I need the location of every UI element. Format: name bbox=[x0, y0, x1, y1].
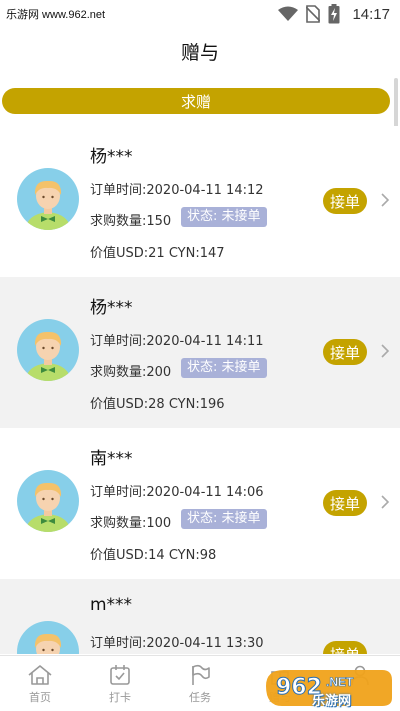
home-icon bbox=[28, 665, 52, 685]
order-quantity: 求购数量:200 bbox=[90, 365, 172, 380]
list-item[interactable]: m*** 订单时间:2020-04-11 13:30 接单 bbox=[0, 579, 400, 654]
tab-label: 打卡 bbox=[109, 691, 131, 704]
tab-home[interactable]: 首页 bbox=[0, 656, 80, 711]
order-price: 价值USD:14 CYN:98 bbox=[90, 548, 217, 563]
tab-label: 任务 bbox=[189, 691, 211, 704]
accept-order-button[interactable]: 接单 bbox=[323, 339, 367, 365]
wifi-icon bbox=[278, 6, 299, 21]
status-badge: 状态: 未接单 bbox=[181, 509, 267, 529]
svg-text:.NET: .NET bbox=[326, 675, 354, 689]
buyer-name: 南*** bbox=[90, 449, 133, 469]
status-badge: 状态: 未接单 bbox=[181, 207, 267, 227]
flag-icon bbox=[192, 664, 210, 685]
order-time: 订单时间:2020-04-11 14:11 bbox=[90, 334, 264, 349]
order-list[interactable]: 杨*** 订单时间:2020-04-11 14:12 求购数量:150 状态: … bbox=[0, 126, 400, 654]
accept-order-button[interactable]: 接单 bbox=[323, 490, 367, 516]
buyer-name: m*** bbox=[90, 595, 133, 615]
status-bar: 乐游网 www.962.net 14:17 bbox=[0, 0, 400, 28]
avatar-icon bbox=[17, 319, 79, 381]
chevron-right-icon[interactable] bbox=[380, 494, 390, 510]
order-price: 价值USD:21 CYN:147 bbox=[90, 246, 225, 261]
buyer-name: 杨*** bbox=[90, 298, 133, 318]
battery-charging-icon bbox=[328, 4, 340, 24]
list-item[interactable]: 南*** 订单时间:2020-04-11 14:06 求购数量:100 状态: … bbox=[0, 428, 400, 579]
order-quantity: 求购数量:150 bbox=[90, 214, 172, 229]
order-time: 订单时间:2020-04-11 14:12 bbox=[90, 183, 264, 198]
no-sim-icon bbox=[306, 5, 321, 23]
avatar-icon bbox=[17, 470, 79, 532]
list-item[interactable]: 杨*** 订单时间:2020-04-11 14:12 求购数量:150 状态: … bbox=[0, 126, 400, 277]
order-time: 订单时间:2020-04-11 14:06 bbox=[90, 485, 264, 500]
chevron-right-icon[interactable] bbox=[380, 192, 390, 208]
chevron-right-icon[interactable] bbox=[380, 343, 390, 359]
order-quantity: 求购数量:100 bbox=[90, 516, 172, 531]
avatar-icon bbox=[17, 621, 79, 654]
request-gift-button[interactable]: 求赠 bbox=[2, 88, 390, 114]
tab-label: 首页 bbox=[29, 691, 51, 704]
list-item[interactable]: 杨*** 订单时间:2020-04-11 14:11 求购数量:200 状态: … bbox=[0, 277, 400, 428]
avatar-icon bbox=[17, 168, 79, 230]
watermark-text: 乐游网 www.962.net bbox=[6, 9, 106, 21]
watermark-label: 乐游网 bbox=[312, 694, 352, 709]
tab-checkin[interactable]: 打卡 bbox=[80, 656, 160, 711]
order-time: 订单时间:2020-04-11 13:30 bbox=[90, 636, 264, 651]
status-badge: 状态: 未接单 bbox=[181, 358, 267, 378]
accept-order-button[interactable]: 接单 bbox=[323, 188, 367, 214]
clock: 14:17 bbox=[352, 5, 390, 23]
order-price: 价值USD:28 CYN:196 bbox=[90, 397, 225, 412]
status-icons: 14:17 bbox=[278, 4, 390, 24]
buyer-name: 杨*** bbox=[90, 147, 133, 167]
accept-order-button[interactable]: 接单 bbox=[323, 641, 367, 654]
checkin-icon bbox=[110, 665, 130, 685]
page-title: 赠与 bbox=[180, 42, 219, 64]
tab-tasks[interactable]: 任务 bbox=[160, 656, 240, 711]
